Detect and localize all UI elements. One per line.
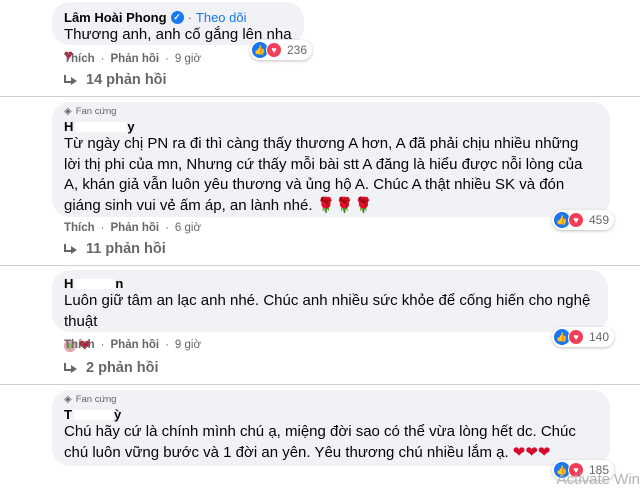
like-button[interactable]: Thích — [64, 339, 95, 351]
comment-actions-3: Thích · Phản hồi · 9 giờ — [64, 339, 202, 351]
comment-author-2[interactable]: H y — [64, 119, 598, 134]
like-button[interactable]: Thích — [64, 222, 95, 234]
heart-emoji: ❤❤❤ — [512, 443, 551, 461]
reaction-count: 459 — [589, 213, 610, 227]
love-reaction-icon: ♥ — [568, 329, 584, 345]
diamond-icon: ◈ — [64, 394, 72, 405]
reply-arrow-icon — [64, 363, 78, 373]
divider — [0, 384, 640, 385]
comment-actions-2: Thích · Phản hồi · 6 giờ — [64, 222, 202, 234]
timestamp[interactable]: 9 giờ — [175, 339, 201, 351]
comment-author-4[interactable]: T ỳ — [64, 407, 598, 422]
comment-bubble-1: Lâm Hoài Phong ✓ · Theo dõi Thương anh, … — [52, 2, 304, 64]
comment-bubble-3: H n Luôn giữ tâm an lạc anh nhé. Chúc an… — [52, 270, 608, 355]
comment-text-4: Chú hãy cứ là chính mình chú ạ, miệng đờ… — [64, 423, 576, 461]
fan-badge: ◈ Fan cứng — [64, 394, 117, 405]
name-redaction — [73, 409, 114, 420]
view-replies-1[interactable]: 14 phản hồi — [64, 72, 167, 88]
reply-arrow-icon — [64, 75, 78, 85]
comment-actions-1: Thích · Phản hồi · 9 giờ — [64, 53, 202, 65]
reaction-summary-1[interactable]: 👍 ♥ 236 — [250, 40, 313, 60]
love-reaction-icon: ♥ — [568, 212, 584, 228]
reply-arrow-icon — [64, 244, 78, 254]
comment-bubble-2: ◈ Fan cứng H y Từ ngày chị PN ra đi thì … — [52, 102, 610, 217]
reaction-summary-2[interactable]: 👍 ♥ 459 — [552, 210, 615, 230]
like-button[interactable]: Thích — [64, 53, 95, 65]
follow-link[interactable]: Theo dõi — [196, 10, 247, 25]
timestamp[interactable]: 6 giờ — [175, 222, 201, 234]
comment-text-2: Từ ngày chị PN ra đi thì càng thấy thươn… — [64, 135, 583, 214]
view-replies-2[interactable]: 11 phản hồi — [64, 241, 166, 257]
fan-badge: ◈ Fan cứng — [64, 106, 117, 117]
comment-text-3: Luôn giữ tâm an lạc anh nhé. Chúc anh nh… — [64, 292, 591, 330]
divider — [0, 265, 640, 266]
reaction-count: 236 — [287, 43, 308, 57]
timestamp[interactable]: 9 giờ — [175, 53, 201, 65]
view-replies-3[interactable]: 2 phản hồi — [64, 360, 159, 376]
rose-emoji: 🌹🌹🌹 — [316, 196, 373, 214]
reaction-count: 140 — [589, 330, 610, 344]
love-reaction-icon: ♥ — [266, 42, 282, 58]
reaction-summary-3[interactable]: 👍 ♥ 140 — [552, 327, 615, 347]
name-redaction — [75, 121, 128, 132]
comment-bubble-4: ◈ Fan cứng T ỳ Chú hãy cứ là chính mình … — [52, 390, 610, 466]
name-redaction — [75, 278, 116, 289]
reply-button[interactable]: Phản hồi — [111, 53, 160, 65]
comment-author-3[interactable]: H n — [64, 276, 596, 291]
diamond-icon: ◈ — [64, 106, 72, 117]
comment-author-1: Lâm Hoài Phong ✓ · Theo dõi — [64, 10, 292, 25]
divider — [0, 96, 640, 97]
reply-button[interactable]: Phản hồi — [111, 339, 160, 351]
reply-button[interactable]: Phản hồi — [111, 222, 160, 234]
windows-activation-watermark: Activate Win — [556, 471, 640, 488]
author-name[interactable]: Lâm Hoài Phong — [64, 10, 167, 25]
verified-icon: ✓ — [170, 11, 184, 24]
separator-dot: · — [187, 10, 192, 25]
